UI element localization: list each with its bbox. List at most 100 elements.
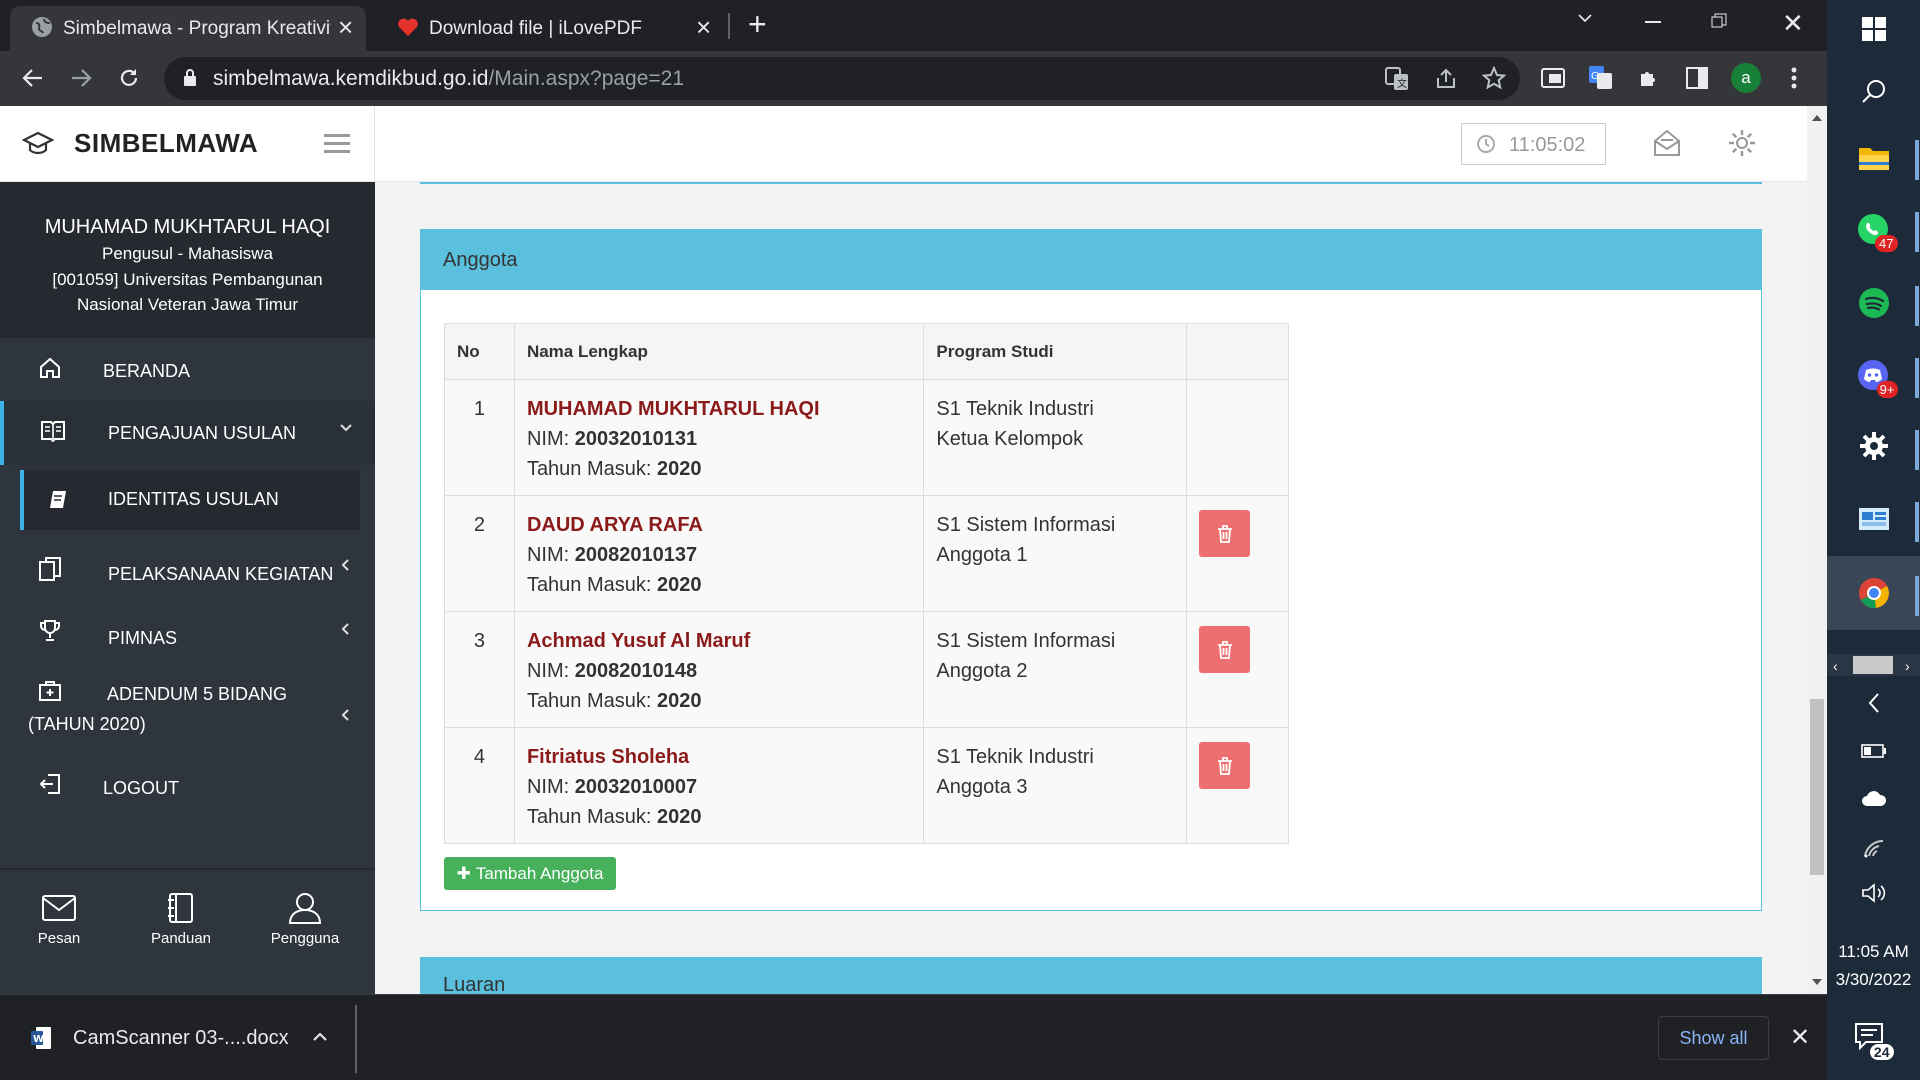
- share-icon[interactable]: [1434, 67, 1458, 91]
- footer-panduan[interactable]: Panduan: [142, 892, 220, 947]
- luaran-panel-title: Luaran: [421, 958, 1761, 994]
- onedrive-cloud-icon[interactable]: [1827, 790, 1920, 808]
- sidebar-item-pengajuan-usulan[interactable]: PENGAJUAN USULAN: [0, 401, 375, 465]
- discord-icon[interactable]: 9+: [1827, 358, 1920, 398]
- address-bar[interactable]: simbelmawa.kemdikbud.go.id/Main.aspx?pag…: [164, 57, 1520, 100]
- member-name[interactable]: DAUD ARYA RAFA: [527, 510, 911, 540]
- notification-center-icon[interactable]: 24: [1827, 1022, 1920, 1060]
- user-name: MUHAMAD MUKHTARUL HAQI: [44, 216, 331, 238]
- tab-simbelmawa[interactable]: Simbelmawa - Program Kreativita ×: [10, 6, 366, 51]
- scroll-left-icon[interactable]: ‹: [1833, 658, 1838, 674]
- search-icon[interactable]: [1827, 78, 1920, 104]
- table-row: 4 Fitriatus Sholeha NIM: 20032010007 Tah…: [444, 727, 1289, 844]
- translate-icon[interactable]: 文: [1384, 66, 1410, 92]
- scroll-up-arrow[interactable]: [1812, 115, 1822, 121]
- sidebar-item-beranda[interactable]: BERANDA: [0, 338, 375, 402]
- lock-icon[interactable]: [182, 68, 198, 88]
- action-cell: [1186, 727, 1289, 844]
- member-nim: NIM: 20082010137: [526, 544, 698, 566]
- chevron-left-icon: [339, 558, 353, 572]
- download-bar: W CamScanner 03-....docx Show all ✕: [0, 994, 1827, 1080]
- taskbar-scroll-thumb[interactable]: [1853, 656, 1893, 674]
- download-item[interactable]: W CamScanner 03-....docx: [0, 995, 356, 1080]
- prodi-cell: S1 Teknik Industri Ketua Kelompok: [923, 379, 1188, 496]
- documents-icon: [38, 556, 62, 582]
- browser-toolbar: simbelmawa.kemdikbud.go.id/Main.aspx?pag…: [0, 51, 1827, 106]
- tambah-anggota-button[interactable]: ✚ Tambah Anggota: [444, 857, 616, 890]
- tab-search-icon[interactable]: [1577, 10, 1593, 26]
- scroll-down-arrow[interactable]: [1812, 979, 1822, 985]
- tab-ilovepdf[interactable]: Download file | iLovePDF ×: [376, 6, 722, 51]
- extensions-puzzle-icon[interactable]: [1632, 61, 1666, 95]
- sidebar-item-adendum[interactable]: ADENDUM 5 BIDANG (TAHUN 2020): [0, 666, 375, 756]
- delete-member-button[interactable]: [1199, 742, 1251, 789]
- forward-icon[interactable]: [64, 61, 98, 95]
- volume-icon[interactable]: [1827, 882, 1920, 904]
- close-tab-icon[interactable]: ×: [338, 13, 353, 41]
- taskbar-scroller[interactable]: ‹ ›: [1827, 654, 1920, 676]
- sidebar: MUHAMAD MUKHTARUL HAQI Pengusul - Mahasi…: [0, 182, 375, 994]
- back-icon[interactable]: [16, 61, 50, 95]
- footer-pengguna[interactable]: Pengguna: [266, 892, 344, 947]
- member-name[interactable]: MUHAMAD MUKHTARUL HAQI: [527, 394, 911, 424]
- reload-icon[interactable]: [112, 61, 146, 95]
- member-name[interactable]: Achmad Yusuf Al Maruf: [527, 626, 911, 656]
- scroll-thumb[interactable]: [1810, 699, 1824, 875]
- file-explorer-icon[interactable]: [1827, 144, 1920, 172]
- delete-member-button[interactable]: [1199, 626, 1251, 673]
- footer-pesan[interactable]: Pesan: [20, 894, 98, 947]
- column-header-action: [1186, 323, 1289, 380]
- close-window-icon[interactable]: ✕: [1782, 8, 1804, 39]
- page-scrollbar[interactable]: [1807, 106, 1827, 994]
- restore-icon[interactable]: [1711, 13, 1727, 29]
- member-cell: Achmad Yusuf Al Maruf NIM: 20082010148 T…: [513, 611, 925, 728]
- side-panel-icon[interactable]: [1680, 61, 1714, 95]
- scroll-right-icon[interactable]: ›: [1905, 658, 1910, 674]
- sidebar-item-pimnas[interactable]: PIMNAS: [0, 602, 375, 666]
- media-control-icon[interactable]: [1536, 61, 1570, 95]
- google-translate-extension-icon[interactable]: G: [1584, 61, 1618, 95]
- control-panel-icon[interactable]: [1827, 506, 1920, 534]
- sidebar-item-logout[interactable]: LOGOUT: [0, 756, 375, 820]
- notification-badge: 24: [1869, 1044, 1894, 1060]
- member-name[interactable]: Fitriatus Sholeha: [527, 742, 911, 772]
- word-document-icon: W: [30, 1026, 52, 1050]
- new-tab-button[interactable]: +: [748, 6, 767, 43]
- windows-start-icon[interactable]: [1827, 16, 1920, 42]
- taskbar-time[interactable]: 11:05 AM: [1827, 942, 1920, 962]
- settings-gear-icon[interactable]: [1827, 430, 1920, 462]
- battery-icon[interactable]: [1827, 744, 1920, 758]
- prodi-cell: S1 Sistem Informasi Anggota 1: [923, 495, 1188, 612]
- hamburger-menu-icon[interactable]: [324, 134, 350, 154]
- active-app-indicator: [1915, 212, 1919, 252]
- mailbox-icon[interactable]: [1652, 128, 1682, 158]
- sidebar-item-identitas-usulan[interactable]: IDENTITAS USULAN: [20, 470, 360, 530]
- download-divider: [355, 1005, 357, 1073]
- chrome-icon[interactable]: [1827, 576, 1920, 610]
- chrome-menu-icon[interactable]: [1777, 61, 1811, 95]
- wifi-icon[interactable]: [1827, 836, 1920, 858]
- sidebar-item-pelaksanaan-kegiatan[interactable]: PELAKSANAAN KEGIATAN: [0, 538, 375, 602]
- brand-name[interactable]: SIMBELMAWA: [74, 128, 258, 159]
- logout-icon: [38, 772, 62, 796]
- spotify-icon[interactable]: [1827, 286, 1920, 320]
- bookmark-star-icon[interactable]: [1482, 66, 1506, 90]
- close-download-bar-icon[interactable]: ✕: [1790, 1023, 1810, 1052]
- column-header-nama: Nama Lengkap: [513, 323, 925, 380]
- row-number: 2: [444, 495, 515, 612]
- user-profile: MUHAMAD MUKHTARUL HAQI Pengusul - Mahasi…: [0, 182, 375, 338]
- whatsapp-icon[interactable]: 47: [1827, 212, 1920, 252]
- delete-member-button[interactable]: [1199, 510, 1251, 557]
- active-app-indicator: [1915, 430, 1919, 470]
- chevron-up-icon[interactable]: [312, 1030, 328, 1044]
- show-hidden-icons-chevron-icon[interactable]: [1827, 692, 1920, 714]
- show-all-button[interactable]: Show all: [1658, 1016, 1769, 1060]
- minimize-icon[interactable]: [1645, 21, 1661, 23]
- profile-avatar[interactable]: a: [1729, 61, 1763, 95]
- taskbar-date[interactable]: 3/30/2022: [1827, 970, 1920, 990]
- settings-gear-icon[interactable]: [1727, 128, 1757, 158]
- luaran-panel: Luaran: [420, 957, 1762, 994]
- table-header-row: No Nama Lengkap Program Studi: [444, 323, 1289, 380]
- main-content: Anggota No Nama Lengkap Program Studi 1: [375, 182, 1807, 994]
- close-tab-icon[interactable]: ×: [696, 13, 711, 41]
